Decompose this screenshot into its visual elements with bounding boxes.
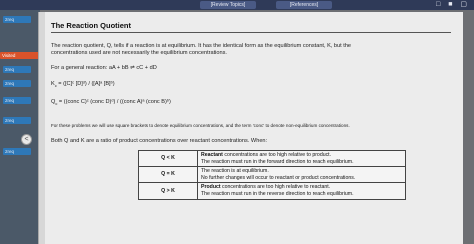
sidebar-item-5[interactable]: 2req — [3, 97, 31, 104]
qc-formula: = ((conc C)ᶜ (conc D)ᵈ) / ((conc A)ᵃ (co… — [57, 99, 171, 105]
description-line1: The reaction is at equilibrium. — [201, 168, 269, 175]
top-toolbar: [Review Topics] [References] □ ■ ▢ — [0, 0, 474, 10]
sidebar-item-visited[interactable]: Visited — [0, 52, 42, 59]
description-line2: The reaction must run in the forward dir… — [201, 158, 354, 165]
condition-cell: Q < K — [138, 149, 198, 168]
references-tab[interactable]: [References] — [276, 1, 332, 9]
window-controls-icon[interactable]: □ ■ ▢ — [436, 1, 470, 9]
sidebar-item-3[interactable]: 2req — [3, 66, 31, 73]
description-bold: Product — [201, 184, 221, 191]
description-line1: concentrations are too high relative to … — [222, 152, 332, 158]
condition-cell: Q = K — [138, 166, 198, 184]
table-row: Q > K Product concentrations are too hig… — [138, 182, 406, 200]
table-row: Q = K The reaction is at equilibrium. No… — [138, 166, 406, 184]
sidebar-item-1[interactable]: 2req — [3, 16, 31, 23]
kc-formula: = ([C]ᶜ [D]ᵈ) / ([A]ᵃ [B]ᵇ) — [56, 81, 115, 87]
description-bold: Reactant — [201, 152, 223, 158]
intro-line-2: concentrations used are not necessarily … — [51, 50, 227, 56]
q-vs-k-table: Q < K Reactant concentrations are too hi… — [138, 149, 406, 200]
question-sidebar: 2req Visited 2req 2req 2req 2req 2req < — [0, 10, 42, 244]
sidebar-item-7[interactable]: 2req — [3, 148, 31, 155]
review-topics-tab[interactable]: [Review Topics] — [200, 1, 256, 9]
brackets-note: For these problems we will use square br… — [51, 123, 350, 128]
content-gutter — [39, 12, 45, 244]
description-cell: The reaction is at equilibrium. No furth… — [197, 166, 406, 184]
table-row: Q < K Reactant concentrations are too hi… — [138, 149, 406, 168]
description-line1: concentrations are too high relative to … — [220, 184, 331, 191]
main-content: The Reaction Quotient The reaction quoti… — [38, 12, 463, 244]
sidebar-item-4[interactable]: 2req — [3, 80, 31, 87]
sidebar-item-6[interactable]: 2req — [3, 117, 31, 124]
general-reaction: For a general reaction: aA + bB ⇌ cC + d… — [51, 65, 157, 71]
title-divider — [51, 32, 451, 33]
description-cell: Reactant concentrations are too high rel… — [197, 149, 406, 168]
qc-expression: Qc = ((conc C)ᶜ (conc D)ᵈ) / ((conc A)ᵃ … — [51, 99, 171, 108]
collapse-sidebar-button[interactable]: < — [21, 134, 32, 145]
page-title: The Reaction Quotient — [51, 21, 132, 30]
description-line2: No further changes will occur to reactan… — [201, 174, 356, 181]
description-cell: Product concentrations are too high rela… — [197, 182, 406, 200]
ratio-line: Both Q and K are a ratio of product conc… — [51, 138, 268, 144]
kc-expression: Kc = ([C]ᶜ [D]ᵈ) / ([A]ᵃ [B]ᵇ) — [51, 81, 115, 90]
condition-cell: Q > K — [138, 182, 198, 200]
description-line2: The reaction must run in the reverse dir… — [201, 190, 354, 197]
